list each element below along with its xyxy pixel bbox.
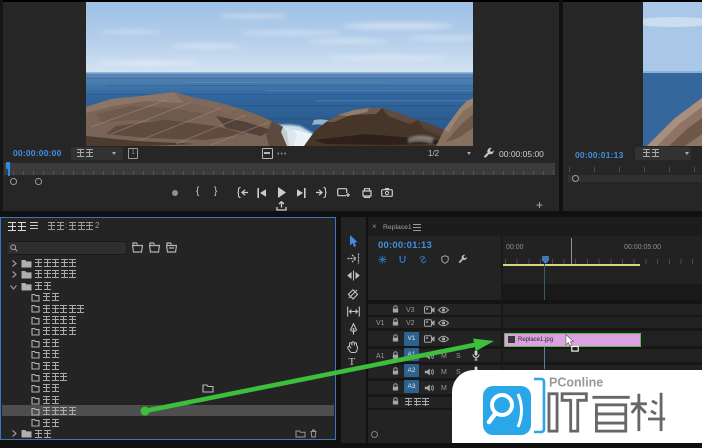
- svg-text:PConline: PConline: [549, 376, 603, 390]
